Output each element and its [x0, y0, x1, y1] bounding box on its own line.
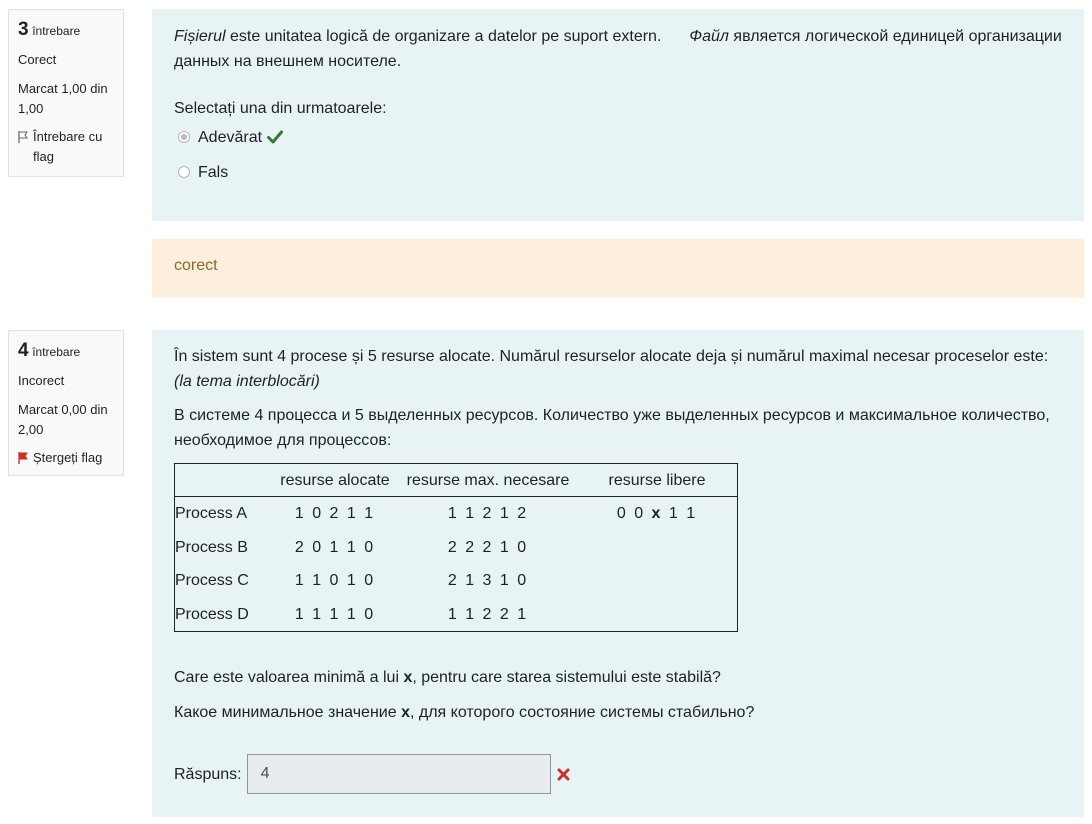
flag-filled-icon — [18, 452, 28, 464]
remove-flag-link[interactable]: Ștergeți flag — [18, 448, 115, 468]
question-text-italic: Fișierul — [174, 28, 226, 45]
option-label: Fals — [198, 163, 229, 181]
question-state: Corect — [18, 52, 57, 67]
question-formulation-3: Fișierul este unitatea logică de organiz… — [152, 9, 1084, 221]
table-row: Process D 1 1 1 1 0 1 1 2 2 1 — [175, 598, 738, 632]
option-fals[interactable]: Fals — [178, 159, 1062, 185]
free-value — [577, 598, 738, 632]
question-formulation-4: În sistem sunt 4 procese și 5 resurse al… — [152, 330, 1084, 817]
question-text-ru: В системе 4 процесса и 5 выделенных ресу… — [174, 407, 1050, 449]
answer-input[interactable] — [246, 754, 551, 794]
process-name: Process B — [175, 538, 248, 556]
question-info-4: 4 întrebare Incorect Marcat 0,00 din 2,0… — [8, 330, 124, 476]
process-name: Process A — [175, 505, 248, 523]
radio-button[interactable] — [178, 131, 190, 143]
answer-label: Răspuns: — [174, 765, 242, 783]
question-word: întrebare — [32, 24, 81, 38]
flag-question-link[interactable]: Întrebare cu flag — [18, 127, 115, 167]
question-number: 4 — [18, 340, 29, 361]
flag-label: Întrebare cu flag — [33, 129, 103, 164]
question-ask-ro: Care este valoarea minimă a lui x, pentr… — [174, 669, 721, 686]
allocated-value: 2 0 1 1 0 — [294, 538, 376, 556]
table-header: resurse alocate — [280, 471, 390, 489]
question-text: Fișierul este unitatea logică de organiz… — [174, 28, 1062, 70]
question-word: întrebare — [32, 345, 81, 359]
allocated-value: 1 1 1 1 0 — [294, 605, 376, 623]
flag-label: Ștergeți flag — [33, 450, 103, 465]
process-name: Process D — [175, 605, 249, 623]
radio-button[interactable] — [178, 166, 190, 178]
question-state: Incorect — [18, 373, 65, 388]
answer-row: Răspuns: — [174, 754, 1062, 794]
max-value: 1 1 2 2 1 — [447, 605, 529, 623]
unknown-x: x — [651, 505, 663, 523]
check-icon — [267, 130, 284, 144]
table-header — [175, 464, 272, 497]
question-feedback: corect — [152, 239, 1084, 298]
answer-prompt: Selectați una din urmatoarele: — [174, 100, 387, 117]
question-number: 3 — [18, 19, 29, 40]
question-info-3: 3 întrebare Corect Marcat 1,00 din 1,00 … — [8, 9, 124, 177]
incorrect-icon — [557, 768, 570, 780]
table-header: resurse libere — [608, 471, 706, 489]
allocated-value: 1 1 0 1 0 — [294, 572, 376, 590]
max-value: 2 1 3 1 0 — [447, 572, 529, 590]
table-row: Process B 2 0 1 1 0 2 2 2 1 0 — [175, 531, 738, 565]
free-value — [577, 564, 738, 598]
flag-outline-icon — [18, 131, 28, 143]
question-text: În sistem sunt 4 procese și 5 resurse al… — [174, 348, 1049, 390]
option-label: Adevărat — [198, 128, 263, 146]
table-row: Process C 1 1 0 1 0 2 1 3 1 0 — [175, 564, 738, 598]
table-header: resurse max. necesare — [406, 471, 570, 489]
question-grade: Marcat 0,00 din 2,00 — [18, 402, 108, 437]
max-value: 2 2 2 1 0 — [447, 538, 529, 556]
question-grade: Marcat 1,00 din 1,00 — [18, 81, 108, 116]
question-ask-ru: Какое минимальное значение x, для которо… — [174, 704, 755, 721]
free-value: 0 0 x 1 1 — [616, 505, 698, 523]
question-note: (la tema interblocări) — [174, 373, 320, 390]
option-adevarat[interactable]: Adevărat — [178, 124, 1062, 150]
resources-table: resurse alocate resurse max. necesare re… — [174, 463, 738, 632]
table-row: Process A 1 0 2 1 1 1 1 2 1 2 0 0 x 1 1 — [175, 497, 738, 531]
allocated-value: 1 0 2 1 1 — [294, 505, 376, 523]
max-value: 1 1 2 1 2 — [447, 505, 529, 523]
process-name: Process C — [175, 572, 249, 590]
free-value — [577, 531, 738, 565]
